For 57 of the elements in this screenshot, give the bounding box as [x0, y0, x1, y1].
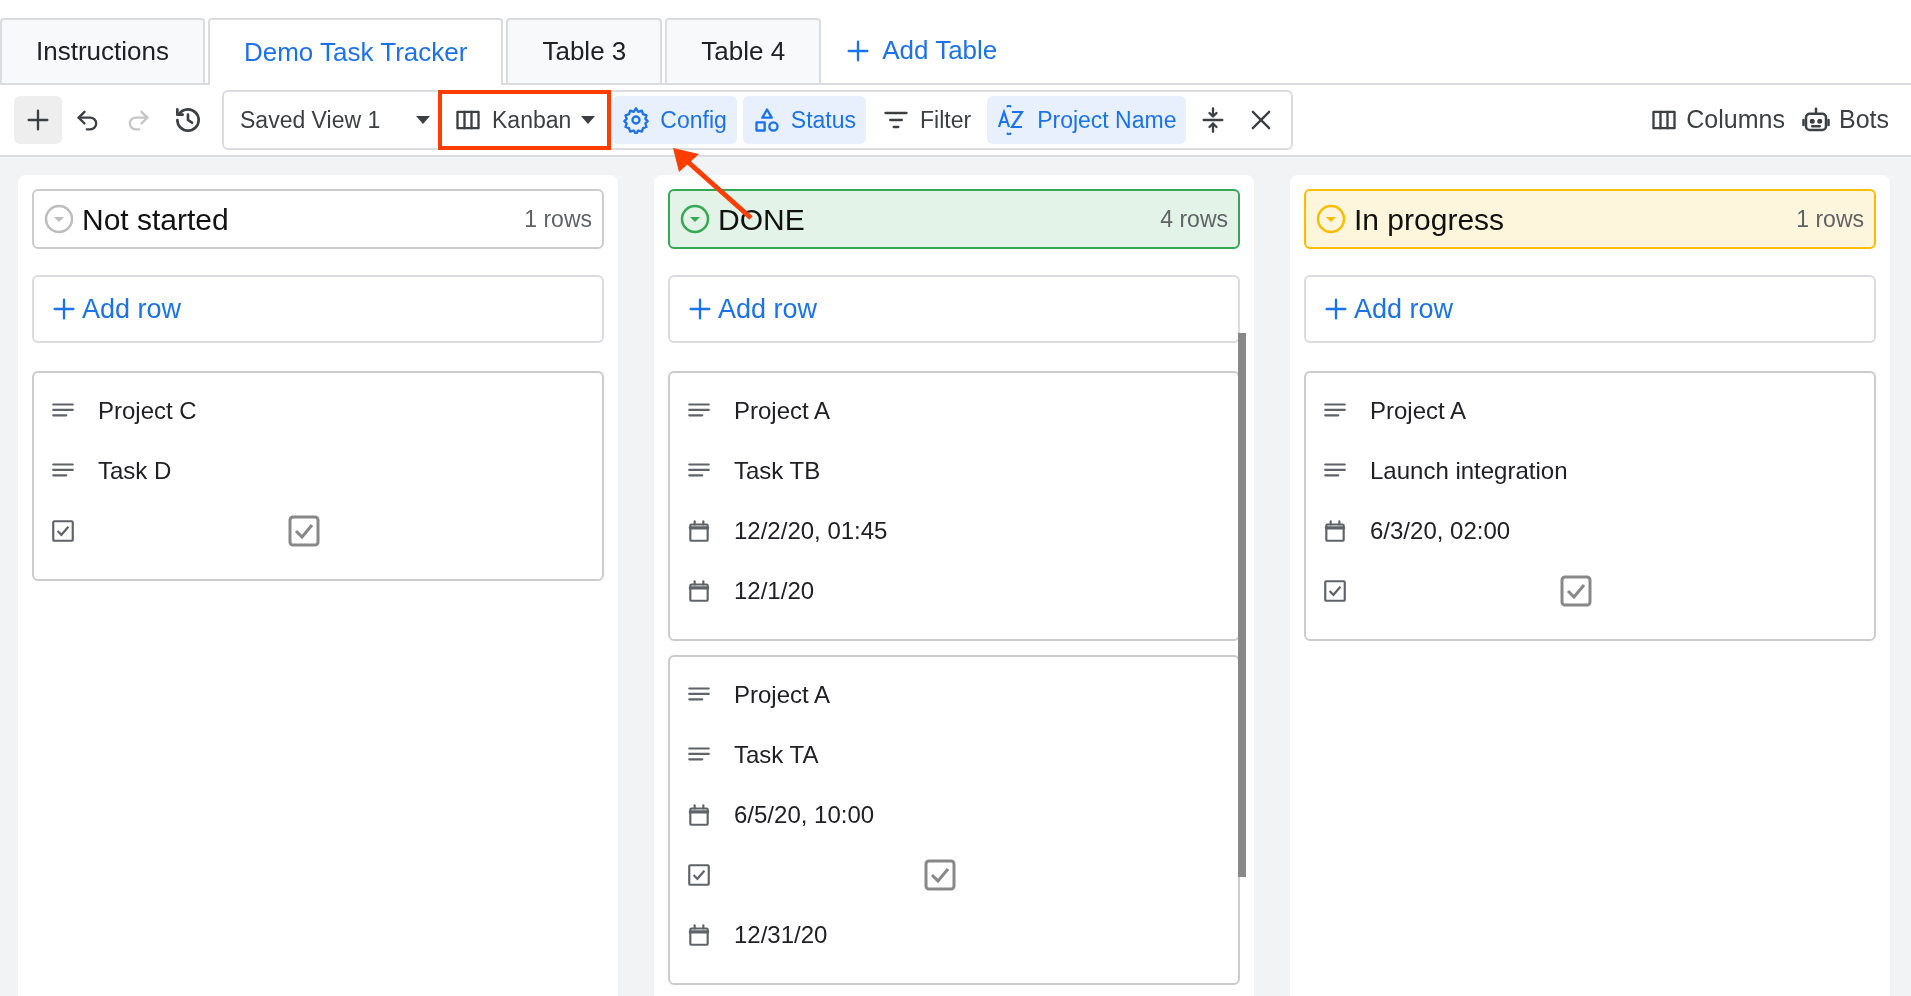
- calendar-icon: [686, 922, 712, 948]
- checkbox-field-icon: [686, 862, 712, 888]
- field-value: Task TB: [734, 456, 821, 486]
- field-value: Project A: [734, 396, 831, 426]
- caret-icon: [581, 116, 596, 124]
- field-value: 12/2/20, 01:45: [734, 516, 888, 546]
- calendar-icon: [1322, 518, 1348, 544]
- filter-button[interactable]: Filter: [872, 96, 982, 144]
- shapes-icon: [752, 106, 781, 134]
- collapse-status-icon[interactable]: [680, 204, 710, 234]
- bots-button[interactable]: Bots: [1792, 101, 1897, 139]
- status-button[interactable]: Status: [742, 96, 866, 144]
- field-value: Project A: [734, 680, 831, 710]
- field-value: Task TA: [734, 740, 819, 770]
- record-card[interactable]: Project A Launch integration 6/3/20, 02:00: [1304, 371, 1876, 641]
- add-row-button[interactable]: Add row: [32, 275, 604, 343]
- config-button[interactable]: Config: [612, 96, 737, 144]
- checkbox[interactable]: [924, 859, 956, 891]
- field-value: Project C: [98, 396, 197, 426]
- add-table-button[interactable]: Add Table: [824, 18, 1018, 83]
- sheet-tab[interactable]: Demo Task Tracker: [207, 18, 504, 85]
- field-value: 6/3/20, 02:00: [1370, 516, 1511, 546]
- status-title: Not started: [82, 201, 229, 238]
- sheet-tab[interactable]: Table 3: [506, 18, 663, 83]
- add-row-button[interactable]: Add row: [1304, 275, 1876, 343]
- checkbox[interactable]: [1560, 575, 1592, 607]
- field-value: Task D: [98, 456, 172, 486]
- status-title: DONE: [718, 201, 805, 238]
- field-value: 12/31/20: [734, 920, 828, 950]
- sheet-tab[interactable]: Table 4: [665, 18, 822, 83]
- calendar-icon: [686, 802, 712, 828]
- row-count: 1 rows: [1796, 204, 1864, 234]
- row-count: 1 rows: [524, 204, 592, 234]
- caret-icon: [416, 116, 430, 124]
- record-card[interactable]: Project A Task TA 6/5/20, 10:00 12/31/20: [668, 655, 1240, 985]
- saved-view-dropdown[interactable]: Saved View 1: [230, 92, 440, 148]
- view-type-dropdown[interactable]: Kanban: [440, 92, 610, 148]
- row-count: 4 rows: [1160, 204, 1228, 234]
- add-button[interactable]: [14, 96, 62, 144]
- add-row-button[interactable]: Add row: [668, 275, 1240, 343]
- field-value: 12/1/20: [734, 576, 815, 606]
- calendar-icon: [686, 578, 712, 604]
- scrollbar[interactable]: [1238, 333, 1246, 877]
- sort-button[interactable]: Project Name: [987, 96, 1187, 144]
- status-title: In progress: [1354, 201, 1505, 238]
- record-card[interactable]: Project C Task D: [32, 371, 604, 581]
- calendar-icon: [686, 518, 712, 544]
- field-value: Launch integration: [1370, 456, 1568, 486]
- sheet-tab[interactable]: Instructions: [0, 18, 205, 83]
- checkbox-field-icon: [1322, 578, 1348, 604]
- field-value: 6/5/20, 10:00: [734, 800, 875, 830]
- checkbox-field-icon: [50, 518, 76, 544]
- settings-icon: [622, 106, 651, 134]
- checkbox[interactable]: [288, 515, 320, 547]
- columns-button[interactable]: Columns: [1642, 101, 1793, 139]
- collapse-status-icon[interactable]: [44, 204, 74, 234]
- field-value: Project A: [1370, 396, 1467, 426]
